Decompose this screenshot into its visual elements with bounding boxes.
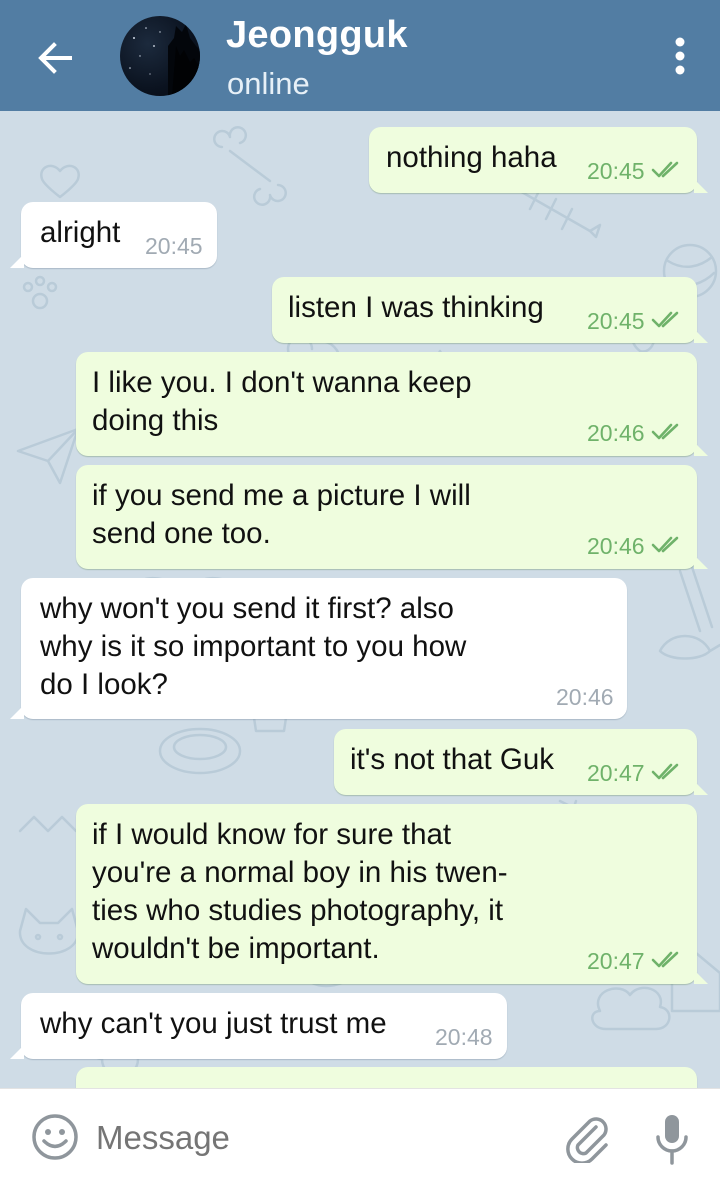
message-outgoing[interactable]: it's not that Guk 20:47 <box>334 729 708 795</box>
message-text-line: wouldn't be important. <box>92 932 380 965</box>
paperclip-icon[interactable] <box>560 1111 612 1163</box>
double-check-icon <box>651 763 679 780</box>
contact-status: online <box>227 66 310 101</box>
message-time: 20:47 <box>587 948 645 974</box>
message-text-line: I like you. I don't wanna keep <box>92 366 472 399</box>
message-text-line: doing this <box>92 404 219 437</box>
arrow-left-icon[interactable] <box>30 32 82 84</box>
message-outgoing[interactable]: if I would know for sure that you're a n… <box>76 804 708 984</box>
message-outgoing[interactable]: nothing haha 20:45 <box>369 127 708 193</box>
message-text-line: if you send me a picture I will <box>92 479 471 512</box>
message-text: listen I was thinking <box>288 291 544 324</box>
message-time: 20:45 <box>587 158 645 184</box>
message-text: it's not that Guk <box>350 743 555 776</box>
message-text: nothing haha <box>386 141 557 174</box>
message-time: 20:46 <box>587 533 645 559</box>
double-check-icon <box>651 161 679 178</box>
message-text-line: why won't you send it first? also <box>40 592 454 625</box>
contact-name[interactable]: Jeongguk <box>226 14 408 57</box>
message-input[interactable] <box>96 1119 496 1157</box>
more-vertical-icon[interactable] <box>664 34 696 82</box>
double-check-icon <box>651 951 679 968</box>
double-check-icon <box>651 311 679 328</box>
message-incoming[interactable]: alright 20:45 <box>10 202 217 268</box>
message-time: 20:46 <box>556 684 614 710</box>
message-outgoing[interactable]: if you send me a picture I will send one… <box>76 465 708 569</box>
message-text-line: why is it so important to you how <box>40 630 467 663</box>
message-outgoing[interactable]: listen I was thinking 20:45 <box>272 277 708 343</box>
avatar[interactable] <box>120 16 200 96</box>
microphone-icon[interactable] <box>650 1111 694 1167</box>
message-incoming[interactable]: why won't you send it first? also why is… <box>10 578 627 719</box>
message-time: 20:47 <box>587 760 645 786</box>
smiley-icon[interactable] <box>30 1112 80 1162</box>
double-check-icon <box>651 536 679 553</box>
message-text-line: you're a normal boy in his twen- <box>92 856 508 889</box>
message-text: alright <box>40 216 121 249</box>
message-time: 20:45 <box>145 233 203 259</box>
message-time: 20:46 <box>587 420 645 446</box>
message-text-line: do I look? <box>40 668 168 701</box>
message-composer <box>0 1088 720 1185</box>
chat-header: Jeongguk online <box>0 0 720 111</box>
message-incoming[interactable]: why can't you just trust me 20:48 <box>10 993 507 1059</box>
message-time: 20:48 <box>435 1024 493 1050</box>
message-text-line: send one too. <box>92 517 271 550</box>
message-outgoing[interactable]: I like you. I don't wanna keep doing thi… <box>76 352 708 456</box>
message-text-line: if I would know for sure that <box>92 818 452 851</box>
double-check-icon <box>651 423 679 440</box>
message-outgoing-partial[interactable] <box>76 1067 697 1088</box>
message-time: 20:45 <box>587 308 645 334</box>
message-text: why can't you just trust me <box>40 1007 387 1040</box>
message-text-line: ties who studies photography, it <box>92 894 504 927</box>
message-list[interactable]: nothing haha 20:45 alright 20:45 listen … <box>0 111 720 1088</box>
